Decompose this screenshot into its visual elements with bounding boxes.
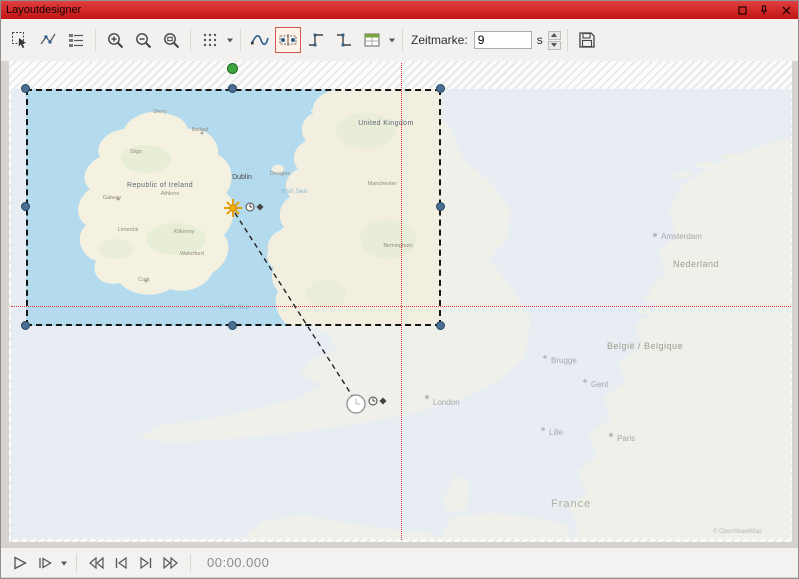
spinner-down-button[interactable] [548,41,561,50]
handle-bottom-right[interactable] [436,321,445,330]
page-map-label: France [551,498,591,510]
handle-bottom-center[interactable] [228,321,237,330]
window-title: Layoutdesigner [6,4,81,16]
page-map-label: Brugge [551,356,577,365]
step-forward-button[interactable] [135,552,157,574]
zoom-out-button[interactable] [130,27,156,53]
toolbar-separator [95,29,96,51]
save-button[interactable] [574,27,600,53]
main-toolbar: Zeitmarke: s [1,19,798,61]
page-map-label: Nederland [673,259,719,269]
handle-top-right[interactable] [436,84,445,93]
keyframe-in-button[interactable] [303,27,329,53]
toolbar-separator [402,29,403,51]
toolbar-separator [190,29,191,51]
grid-options-chevron[interactable] [226,36,234,44]
titlebar: Layoutdesigner [1,1,798,19]
pin-icon[interactable] [757,4,771,16]
page-map-label: London [433,398,460,407]
spinner-up-button[interactable] [548,31,561,40]
zeitmarke-unit: s [537,33,543,47]
node-edit-button[interactable] [35,27,61,53]
transport-bar: 00:00.000 [1,547,798,577]
grid-options-button[interactable] [197,27,223,53]
handle-middle-right[interactable] [436,202,445,211]
layout-canvas[interactable]: London Amsterdam Nederland België / Belg… [9,61,792,542]
handle-middle-left[interactable] [21,202,30,211]
time-display: 00:00.000 [207,555,269,570]
step-back-button[interactable] [110,552,132,574]
page-map-label: Paris [617,434,635,443]
restore-icon[interactable] [735,4,749,16]
map-attribution: © OpenStreetMap [713,528,762,535]
zeitmarke-label: Zeitmarke: [411,33,468,47]
transport-separator [190,554,191,572]
play-from-marker-button[interactable] [34,552,56,574]
zoom-in-button[interactable] [102,27,128,53]
skip-to-start-button[interactable] [85,552,107,574]
skip-to-end-button[interactable] [160,552,182,574]
handle-bottom-left[interactable] [21,321,30,330]
zoom-fit-button[interactable] [158,27,184,53]
play-button[interactable] [9,552,31,574]
close-icon[interactable] [779,4,793,16]
keyframe-out-button[interactable] [331,27,357,53]
object-list-button[interactable] [63,27,89,53]
zeitmarke-input[interactable] [474,31,532,49]
page-map-label: Lille [549,428,564,437]
handle-top-left[interactable] [21,84,30,93]
timeline-range-button[interactable] [275,27,301,53]
page-map-label: Amsterdam [661,232,702,241]
window-controls [735,4,793,16]
play-options-chevron[interactable] [60,559,68,567]
transport-separator [76,554,77,572]
handle-top-center[interactable] [228,84,237,93]
page-map-label: België / Belgique [607,341,683,351]
selection-border[interactable] [26,89,441,326]
keyframe-table-button[interactable] [359,27,385,53]
zeitmarke-spinner [548,31,561,50]
toolbar-separator [567,29,568,51]
keyframe-table-chevron[interactable] [388,36,396,44]
toolbar-separator [240,29,241,51]
marquee-select-button[interactable] [7,27,33,53]
page-map-label: Gent [591,380,609,389]
curve-tool-button[interactable] [247,27,273,53]
layoutdesigner-window: Layoutdesigner [0,0,799,579]
rotate-handle[interactable] [227,63,238,74]
